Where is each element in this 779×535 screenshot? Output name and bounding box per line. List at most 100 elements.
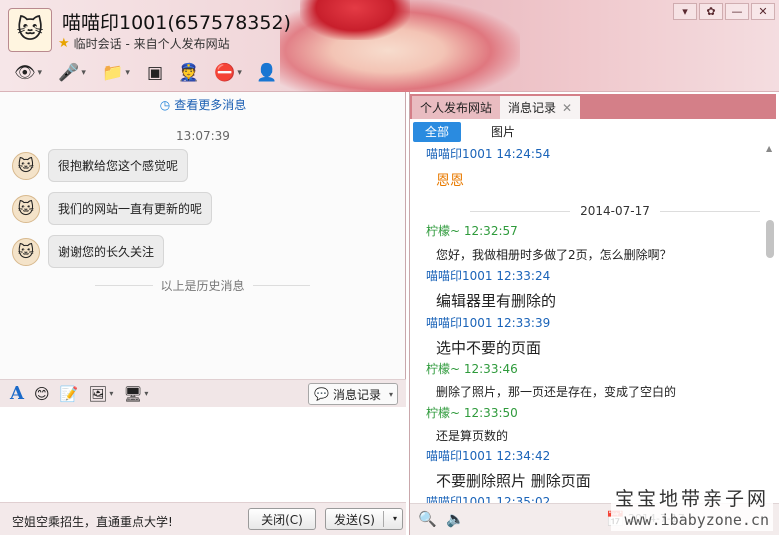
history-filter-tabs: 全部 图片	[410, 120, 776, 143]
image-icon: 🖼	[88, 384, 108, 403]
contact-title: 喵喵印1001(657578352)	[62, 12, 291, 34]
history-sender: 喵喵印1001 12:34:42	[426, 449, 551, 463]
message-item: 🐱 很抱歉给您这个感觉呢	[12, 149, 189, 182]
speaker-icon[interactable]: 🔈	[446, 510, 465, 528]
contact-avatar[interactable]: 🐱	[8, 8, 52, 52]
close-button[interactable]: 关闭(C)	[248, 508, 316, 530]
chat-pane: ◷ 查看更多消息 13:07:39 🐱 很抱歉给您这个感觉呢 🐱 我们的网站一直有…	[0, 92, 406, 535]
message-bubble: 我们的网站一直有更新的呢	[48, 192, 213, 225]
message-record-button[interactable]: 💬 消息记录 ▾	[308, 383, 398, 405]
history-text: 编辑器里有删除的	[436, 292, 557, 310]
history-sender: 喵喵印1001 12:33:39	[426, 316, 551, 330]
edit-icon[interactable]: 📝	[60, 385, 79, 403]
menu-button[interactable]: ▾	[673, 3, 697, 20]
remote-desktop-button[interactable]: ▣	[140, 60, 170, 86]
sender-avatar[interactable]: 🐱	[12, 194, 40, 223]
camera-icon: 👁	[13, 63, 36, 83]
header-background-hat	[300, 0, 410, 40]
divider-rule	[95, 285, 153, 286]
emoji-icon[interactable]: 😊	[34, 385, 50, 403]
block-contact-button[interactable]: ⛔ ▾	[208, 60, 248, 86]
history-divider: 以上是历史消息	[95, 277, 311, 294]
input-toolbar: A 😊 📝 🖼 ▾ 🖥 ▾ 💬 消息记录 ▾	[0, 379, 406, 407]
star-icon: ★	[58, 36, 70, 51]
video-call-button[interactable]: 👁 ▾	[8, 60, 48, 86]
history-sender: 喵喵印1001 12:33:24	[426, 269, 551, 283]
more-messages-text: 查看更多消息	[174, 98, 247, 112]
image-button[interactable]: 🖼 ▾	[88, 385, 113, 403]
search-icon[interactable]: 🔍	[418, 510, 437, 528]
send-button-separator	[383, 511, 384, 527]
send-button[interactable]: 发送(S) ▾	[325, 508, 403, 530]
ad-link[interactable]: 空姐空乘招生，直通重点大学!	[12, 513, 173, 530]
sender-avatar[interactable]: 🐱	[12, 151, 40, 180]
message-time: 13:07:39	[176, 129, 230, 143]
watermark-title: 宝宝地带亲子网	[614, 488, 769, 510]
send-button-label: 发送(S)	[334, 512, 375, 527]
history-text: 您好，我做相册时多做了2页，怎么删除啊？	[436, 248, 672, 262]
message-bubble: 很抱歉给您这个感觉呢	[48, 149, 189, 182]
chat-toolbar: 👁 ▾ 🎤 ▾ 📁 ▾ ▣ 👮 ⛔ ▾ 👤	[8, 60, 282, 86]
screenshot-icon: 🖥	[123, 384, 143, 403]
history-divider-text: 以上是历史消息	[160, 279, 245, 293]
divider-rule	[470, 210, 571, 212]
divider-rule	[659, 210, 760, 212]
filter-images[interactable]: 图片	[479, 122, 527, 142]
side-tabs: 个人发布网站 消息记录 ✕	[410, 94, 776, 119]
send-options-icon[interactable]: ▾	[393, 514, 397, 523]
file-transfer-button[interactable]: 📁 ▾	[96, 60, 136, 86]
message-item: 🐱 我们的网站一直有更新的呢	[12, 192, 213, 225]
message-record-icon: 💬	[314, 387, 329, 401]
message-record-label: 消息记录	[332, 387, 381, 402]
close-tab-icon[interactable]: ✕	[562, 101, 572, 115]
history-date-divider: 2014-07-17	[470, 204, 760, 218]
session-subtitle: ★ 临时会话 - 来自个人发布网站	[58, 35, 230, 52]
history-text: 恩恩	[436, 173, 464, 189]
scroll-up-icon[interactable]: ▲	[766, 144, 772, 153]
history-text: 不要删除照片 删除页面	[436, 472, 591, 490]
history-sender: 柠檬~ 12:32:57	[426, 224, 518, 238]
more-messages-link[interactable]: ◷ 查看更多消息	[0, 96, 406, 113]
clock-icon: ◷	[159, 98, 171, 112]
screen-icon: ▣	[146, 63, 164, 83]
person-add-icon: 👤	[256, 63, 278, 83]
font-icon[interactable]: A	[10, 383, 24, 404]
history-scrollbar[interactable]: ▲	[765, 144, 775, 504]
screenshot-button[interactable]: 🖥 ▾	[123, 385, 148, 403]
add-contact-button[interactable]: 👤	[252, 60, 282, 86]
message-bubble: 谢谢您的长久关注	[48, 235, 165, 268]
history-sender: 喵喵印1001 14:24:54	[426, 147, 551, 161]
sender-avatar[interactable]: 🐱	[12, 237, 40, 266]
chat-header: 🐱 喵喵印1001(657578352) ★ 临时会话 - 来自个人发布网站 ▾…	[0, 0, 779, 92]
history-text: 还是算页数的	[436, 429, 509, 443]
skin-button[interactable]: ✿	[699, 3, 723, 20]
history-sender: 柠檬~ 12:33:46	[426, 362, 518, 376]
voice-call-button[interactable]: 🎤 ▾	[52, 60, 92, 86]
microphone-icon: 🎤	[58, 63, 80, 83]
history-text: 删除了照片，那一页还是存在，变成了空白的	[436, 385, 677, 399]
history-sender: 柠檬~ 12:33:50	[426, 406, 518, 420]
close-window-button[interactable]: ✕	[751, 3, 775, 20]
bottom-bar: 空姐空乘招生，直通重点大学! 关闭(C) 发送(S) ▾	[0, 502, 406, 535]
contact-info-button[interactable]: 👮	[174, 60, 204, 86]
message-input[interactable]	[0, 407, 406, 502]
tab-message-record[interactable]: 消息记录 ✕	[500, 96, 581, 119]
history-list: 喵喵印1001 14:24:54 恩恩 2014-07-17 柠檬~ 12:32…	[410, 144, 762, 504]
session-subtitle-text: 临时会话 - 来自个人发布网站	[73, 37, 230, 51]
watermark: 宝宝地带亲子网 www.ibabyzone.cn	[610, 482, 773, 531]
history-pane: 个人发布网站 消息记录 ✕ 全部 图片 喵喵印1001 14:24:54 恩恩 …	[409, 92, 779, 535]
message-item: 🐱 谢谢您的长久关注	[12, 235, 165, 268]
filter-all[interactable]: 全部	[413, 121, 462, 142]
history-text: 选中不要的页面	[436, 339, 542, 357]
folder-icon: 📁	[102, 63, 124, 83]
history-date: 2014-07-17	[580, 204, 650, 218]
person-icon: 👮	[178, 63, 200, 83]
tab-message-record-label: 消息记录	[508, 101, 557, 115]
scroll-thumb[interactable]	[766, 220, 774, 258]
minimize-button[interactable]: —	[725, 3, 749, 20]
divider-rule	[252, 285, 311, 286]
tab-personal-site[interactable]: 个人发布网站	[412, 96, 501, 119]
window-controls: ▾ ✿ — ✕	[673, 3, 775, 20]
chevron-down-icon: ▾	[388, 389, 393, 399]
person-block-icon: ⛔	[214, 63, 236, 83]
